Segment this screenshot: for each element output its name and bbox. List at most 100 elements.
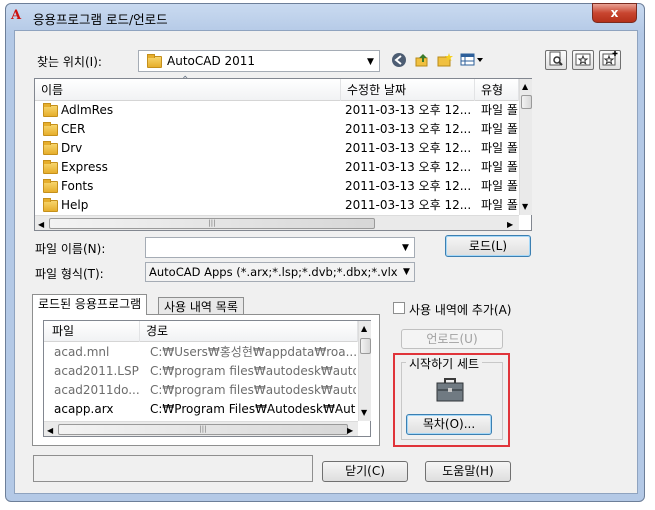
file-type: 파일 폴더 xyxy=(481,160,519,174)
tab-loaded-apps[interactable]: 로드된 응용프로그램 xyxy=(32,294,148,315)
file-date: 2011-03-13 오후 12... xyxy=(345,122,471,136)
chevron-down-icon[interactable]: ▼ xyxy=(402,244,409,253)
vscroll-thumb[interactable] xyxy=(360,338,371,354)
filename-label: 파일 이름(N): xyxy=(35,242,106,256)
help-button[interactable]: 도움말(H) xyxy=(425,461,511,482)
scroll-right-icon[interactable]: ▶ xyxy=(507,220,513,229)
file-type: 파일 폴더 xyxy=(481,103,519,117)
file-list-item[interactable]: Express 2011-03-13 오후 12... 파일 폴더 xyxy=(35,158,519,177)
scroll-left-icon[interactable]: ◀ xyxy=(38,220,44,229)
file-name: AdlmRes xyxy=(61,103,114,117)
scroll-up-icon[interactable]: ▲ xyxy=(522,82,528,91)
folder-icon xyxy=(147,54,162,68)
close-button[interactable]: 닫기(C) xyxy=(322,461,408,482)
column-date-label: 수정한 날짜 xyxy=(347,83,407,97)
folder-icon xyxy=(43,141,58,155)
file-type: 파일 폴더 xyxy=(481,198,519,212)
loaded-vscrollbar[interactable]: ▲ ▼ xyxy=(358,321,371,421)
chevron-down-icon: ▼ xyxy=(403,267,410,277)
filetype-select[interactable]: AutoCAD Apps (*.arx;*.lsp;*.dvb;*.dbx;*.… xyxy=(145,262,415,282)
file-list-rows: AdlmRes 2011-03-13 오후 12... 파일 폴더 CER 2011-0… xyxy=(35,101,519,215)
favorites-icon[interactable] xyxy=(572,50,594,70)
file-name: Drv xyxy=(61,141,83,155)
loaded-list-header: 파일 경로 xyxy=(44,321,358,342)
loaded-hscrollbar[interactable]: ◀ ||| ▶ xyxy=(44,421,358,436)
scroll-right-icon[interactable]: ▶ xyxy=(347,426,353,435)
add-favorite-icon[interactable] xyxy=(599,50,621,70)
file-list-header: 이름 ⌃ 수정한 날짜 유형 xyxy=(35,75,519,101)
column-type-label: 유형 xyxy=(481,83,504,97)
file-list-item[interactable]: AdlmRes 2011-03-13 오후 12... 파일 폴더 xyxy=(35,101,519,120)
hscroll-thumb[interactable]: ||| xyxy=(58,424,348,435)
contents-button[interactable]: 목차(O)... xyxy=(406,414,492,435)
loaded-list-rows: acad.mnl C:₩Users₩홍성현₩appdata₩roa... acad2… xyxy=(44,343,358,421)
file-name: Express xyxy=(61,160,108,174)
up-folder-icon[interactable] xyxy=(413,52,431,70)
loaded-path: C:₩program files₩autodesk₩auto... xyxy=(150,383,356,397)
loaded-apps-list[interactable]: 파일 경로 acad.mnl C:₩Users₩홍성현₩appdata₩roa..… xyxy=(43,320,371,437)
file-list-item[interactable]: Drv 2011-03-13 오후 12... 파일 폴더 xyxy=(35,139,519,158)
folder-icon xyxy=(43,179,58,193)
file-type: 파일 폴더 xyxy=(481,179,519,193)
find-icon[interactable] xyxy=(545,50,567,70)
file-date: 2011-03-13 오후 12... xyxy=(345,141,471,155)
file-list[interactable]: 이름 ⌃ 수정한 날짜 유형 AdlmRes 2011-03-13 오후 12..… xyxy=(34,75,532,231)
loaded-file: acapp.arx xyxy=(54,402,114,416)
loaded-path: C:₩Program Files₩Autodesk₩Aut... xyxy=(150,402,356,416)
scroll-up-icon[interactable]: ▲ xyxy=(361,324,367,333)
column-file-label: 파일 xyxy=(52,324,75,338)
loaded-app-item[interactable]: acad.mnl C:₩Users₩홍성현₩appdata₩roa... xyxy=(44,343,358,362)
lookin-value: AutoCAD 2011 xyxy=(167,54,256,68)
file-name: CER xyxy=(61,122,86,136)
column-path[interactable]: 경로 xyxy=(140,321,358,342)
folder-icon xyxy=(43,198,58,212)
loaded-app-item[interactable]: acad2011do... C:₩program files₩autodesk₩a… xyxy=(44,381,358,400)
column-date[interactable]: 수정한 날짜 xyxy=(341,79,475,101)
scroll-down-icon[interactable]: ▼ xyxy=(361,408,367,417)
loaded-file: acad2011do... xyxy=(54,383,140,397)
lookin-combo[interactable]: AutoCAD 2011 ▼ xyxy=(138,50,380,72)
folder-icon xyxy=(43,122,58,136)
column-path-label: 경로 xyxy=(146,324,169,338)
vscroll-thumb[interactable] xyxy=(521,95,532,109)
file-list-item[interactable]: Help 2011-03-13 오후 12... 파일 폴더 xyxy=(35,196,519,215)
file-date: 2011-03-13 오후 12... xyxy=(345,160,471,174)
file-type: 파일 폴더 xyxy=(481,122,519,136)
loaded-app-item[interactable]: acad2011.LSP C:₩program files₩autodesk₩au… xyxy=(44,362,358,381)
startup-suite-title: 시작하기 세트 xyxy=(406,355,483,372)
filetype-value: AutoCAD Apps (*.arx;*.lsp;*.dvb;*.dbx;*.… xyxy=(149,265,398,279)
file-list-hscrollbar[interactable]: ◀ ||| ▶ xyxy=(35,215,519,230)
back-icon[interactable] xyxy=(390,52,408,70)
column-file[interactable]: 파일 xyxy=(44,321,140,342)
briefcase-icon xyxy=(436,378,464,405)
file-list-item[interactable]: Fonts 2011-03-13 오후 12... 파일 폴더 xyxy=(35,177,519,196)
history-checkbox[interactable] xyxy=(393,302,405,314)
loaded-app-item[interactable]: acapp.arx C:₩Program Files₩Autodesk₩Aut..… xyxy=(44,400,358,419)
views-icon[interactable] xyxy=(460,52,486,70)
folder-icon xyxy=(43,103,58,117)
file-date: 2011-03-13 오후 12... xyxy=(345,103,471,117)
file-name: Help xyxy=(61,198,89,212)
loaded-file: acad.mnl xyxy=(54,345,110,359)
file-name: Fonts xyxy=(61,179,94,193)
file-list-vscrollbar[interactable]: ▲ ▼ xyxy=(519,79,532,215)
history-checkbox-label[interactable]: 사용 내역에 추가(A) xyxy=(409,301,511,318)
filetype-label: 파일 형식(T): xyxy=(35,267,104,281)
column-name-label: 이름 xyxy=(41,83,64,97)
file-date: 2011-03-13 오후 12... xyxy=(345,179,471,193)
chevron-down-icon: ▼ xyxy=(367,57,374,67)
hscroll-thumb[interactable]: ||| xyxy=(49,218,375,229)
file-list-item[interactable]: CER 2011-03-13 오후 12... 파일 폴더 xyxy=(35,120,519,139)
loaded-path: C:₩program files₩autodesk₩auto... xyxy=(150,364,356,378)
autocad-app-icon: A xyxy=(11,8,22,23)
load-button[interactable]: 로드(L) xyxy=(445,235,531,257)
sort-up-icon: ⌃ xyxy=(181,75,190,86)
scroll-down-icon[interactable]: ▼ xyxy=(522,202,528,211)
close-window-button[interactable]: x xyxy=(592,3,637,23)
column-type[interactable]: 유형 xyxy=(475,79,519,101)
unload-button[interactable]: 언로드(U) xyxy=(401,329,503,349)
scroll-left-icon[interactable]: ◀ xyxy=(47,426,53,435)
new-folder-icon[interactable] xyxy=(436,52,454,70)
filename-input[interactable]: ▼ xyxy=(145,237,415,258)
file-type: 파일 폴더 xyxy=(481,141,519,155)
